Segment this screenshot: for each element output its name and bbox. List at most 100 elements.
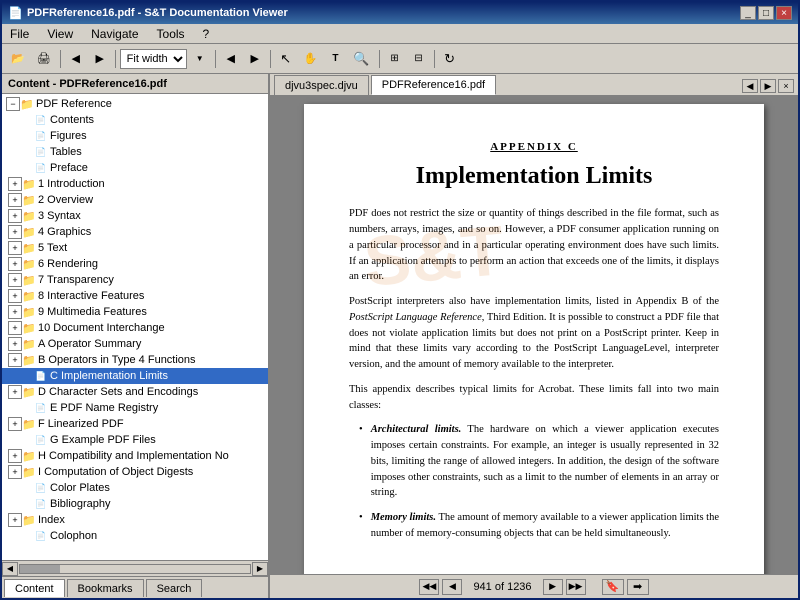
panel-tabs: Content Bookmarks Search (2, 576, 268, 598)
tree-node-1[interactable]: + 📁 1 Introduction (2, 176, 268, 192)
tree-node-tables[interactable]: 📄 Tables (2, 144, 268, 160)
tree-node-5[interactable]: + 📁 5 Text (2, 240, 268, 256)
maximize-button[interactable]: □ (758, 6, 774, 20)
prev-page-button[interactable]: ◀ (442, 579, 462, 595)
expander-index[interactable]: + (8, 513, 22, 527)
open-button[interactable]: 📂 (6, 48, 30, 70)
tree-label-10: 10 Document Interchange (38, 322, 165, 334)
tab-close-btn[interactable]: × (778, 79, 794, 93)
expander-A[interactable]: + (8, 337, 22, 351)
tree-node-contents[interactable]: 📄 Contents (2, 112, 268, 128)
tree-node-7[interactable]: + 📁 7 Transparency (2, 272, 268, 288)
expander-7[interactable]: + (8, 273, 22, 287)
tree-label-7: 7 Transparency (38, 274, 114, 286)
print-button[interactable]: 🖨 (32, 48, 56, 70)
folder-icon-6: 📁 (22, 257, 36, 271)
zoom-select[interactable]: Fit width Fit page 50% 75% 100% (120, 49, 187, 69)
tree-node-4[interactable]: + 📁 4 Graphics (2, 224, 268, 240)
tab-next-btn[interactable]: ▶ (760, 79, 776, 93)
zoom-dropdown-button[interactable]: ▼ (189, 48, 211, 70)
expander-10[interactable]: + (8, 321, 22, 335)
tree-node-6[interactable]: + 📁 6 Rendering (2, 256, 268, 272)
rotate-tool[interactable]: ↻ (439, 48, 461, 70)
tree-node-H[interactable]: + 📁 H Compatibility and Implementation N… (2, 448, 268, 464)
next-page-button[interactable]: ▶ (543, 579, 563, 595)
tab-djvu[interactable]: djvu3spec.djvu (274, 75, 369, 95)
hscroll-thumb (20, 565, 60, 573)
tree-node-8[interactable]: + 📁 8 Interactive Features (2, 288, 268, 304)
expander-6[interactable]: + (8, 257, 22, 271)
tree-node-figures[interactable]: 📄 Figures (2, 128, 268, 144)
expander-root[interactable]: − (6, 97, 20, 111)
expander-9[interactable]: + (8, 305, 22, 319)
doc-icon-preface: 📄 (34, 161, 48, 175)
toolbar-sep-5 (379, 50, 380, 68)
tree-node-index[interactable]: + 📁 Index (2, 512, 268, 528)
first-page-button[interactable]: ◀◀ (419, 579, 439, 595)
pdf-bullet1-text: Architectural limits. The hardware on wh… (371, 422, 719, 501)
tree-label-1: 1 Introduction (38, 178, 105, 190)
tree-node-root[interactable]: − 📁 PDF Reference (2, 96, 268, 112)
text-tool[interactable]: T (324, 48, 346, 70)
tree-node-D[interactable]: + 📁 D Character Sets and Encodings (2, 384, 268, 400)
expander-B[interactable]: + (8, 353, 22, 367)
expander-1[interactable]: + (8, 177, 22, 191)
tab-bookmarks[interactable]: Bookmarks (67, 579, 144, 597)
expander-5[interactable]: + (8, 241, 22, 255)
tree-node-F[interactable]: + 📁 F Linearized PDF (2, 416, 268, 432)
tree-node-I[interactable]: + 📁 I Computation of Object Digests (2, 464, 268, 480)
prev-page-toolbar[interactable]: ◀ (220, 48, 242, 70)
folder-icon-H: 📁 (22, 449, 36, 463)
minimize-button[interactable]: _ (740, 6, 756, 20)
tree-container[interactable]: − 📁 PDF Reference 📄 Contents 📄 Figures (2, 94, 268, 560)
menu-file[interactable]: File (6, 26, 33, 42)
hscroll-right-btn[interactable]: ▶ (252, 562, 268, 576)
close-button[interactable]: × (776, 6, 792, 20)
hand-tool[interactable]: ✋ (299, 48, 323, 70)
tab-prev-btn[interactable]: ◀ (742, 79, 758, 93)
tree-node-colorplates[interactable]: 📄 Color Plates (2, 480, 268, 496)
tab-pdf[interactable]: PDFReference16.pdf (371, 75, 496, 95)
hscroll-left-btn[interactable]: ◀ (2, 562, 18, 576)
back-button[interactable]: ◀ (65, 48, 87, 70)
fit-page-tool[interactable]: ⊟ (408, 48, 430, 70)
expander-4[interactable]: + (8, 225, 22, 239)
menu-help[interactable]: ? (199, 26, 214, 42)
zoom-in-tool[interactable]: 🔍 (348, 48, 374, 70)
tree-node-B[interactable]: + 📁 B Operators in Type 4 Functions (2, 352, 268, 368)
expander-3[interactable]: + (8, 209, 22, 223)
forward-button[interactable]: ▶ (89, 48, 111, 70)
expander-D[interactable]: + (8, 385, 22, 399)
tree-node-preface[interactable]: 📄 Preface (2, 160, 268, 176)
expander-2[interactable]: + (8, 193, 22, 207)
menu-view[interactable]: View (43, 26, 77, 42)
tree-node-10[interactable]: + 📁 10 Document Interchange (2, 320, 268, 336)
bookmark-button[interactable]: 🔖 (602, 579, 624, 595)
goto-button[interactable]: ➡ (627, 579, 649, 595)
tree-node-biblio[interactable]: 📄 Bibliography (2, 496, 268, 512)
folder-icon-5: 📁 (22, 241, 36, 255)
tree-node-E[interactable]: 📄 E PDF Name Registry (2, 400, 268, 416)
doc-icon-colorplates: 📄 (34, 481, 48, 495)
select-tool[interactable]: ↖ (275, 48, 297, 70)
expander-F[interactable]: + (8, 417, 22, 431)
tab-content[interactable]: Content (4, 579, 65, 597)
expander-H[interactable]: + (8, 449, 22, 463)
tree-node-9[interactable]: + 📁 9 Multimedia Features (2, 304, 268, 320)
expander-I[interactable]: + (8, 465, 22, 479)
fit-width-tool[interactable]: ⊞ (384, 48, 406, 70)
tree-label-colophon: Colophon (50, 530, 97, 542)
menu-navigate[interactable]: Navigate (87, 26, 142, 42)
tab-search[interactable]: Search (146, 579, 203, 597)
tree-node-A[interactable]: + 📁 A Operator Summary (2, 336, 268, 352)
tree-node-3[interactable]: + 📁 3 Syntax (2, 208, 268, 224)
menu-tools[interactable]: Tools (153, 26, 189, 42)
last-page-button[interactable]: ▶▶ (566, 579, 586, 595)
next-page-toolbar[interactable]: ▶ (244, 48, 266, 70)
pdf-area[interactable]: S&T APPENDIX C Implementation Limits PDF… (270, 96, 798, 574)
tree-node-2[interactable]: + 📁 2 Overview (2, 192, 268, 208)
tree-node-G[interactable]: 📄 G Example PDF Files (2, 432, 268, 448)
tree-node-colophon[interactable]: 📄 Colophon (2, 528, 268, 544)
tree-node-C[interactable]: 📄 C Implementation Limits (2, 368, 268, 384)
expander-8[interactable]: + (8, 289, 22, 303)
